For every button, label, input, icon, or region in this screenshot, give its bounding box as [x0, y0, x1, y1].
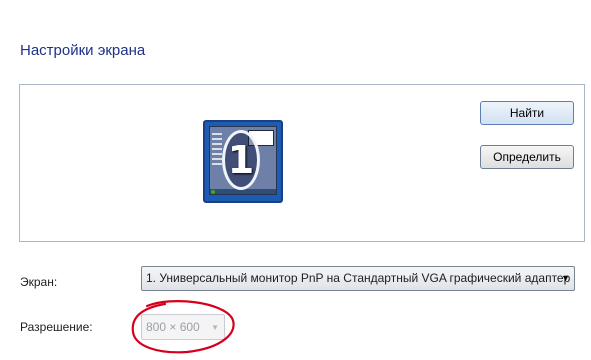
- display-select-value: 1. Универсальный монитор PnP на Стандарт…: [146, 271, 571, 285]
- chevron-down-icon: ▼: [561, 273, 570, 283]
- page-title: Настройки экрана: [20, 42, 146, 59]
- display-select[interactable]: 1. Универсальный монитор PnP на Стандарт…: [141, 266, 575, 291]
- desktop-icons: [212, 133, 222, 168]
- resolution-label: Разрешение:: [20, 320, 93, 334]
- resolution-select[interactable]: 800 × 600 ▼: [141, 314, 225, 340]
- monitor-icon[interactable]: 1: [203, 120, 283, 203]
- chevron-down-icon: ▼: [211, 323, 219, 332]
- identify-button[interactable]: Определить: [480, 145, 574, 169]
- display-label: Экран:: [20, 275, 58, 289]
- monitor-number: 1: [222, 130, 260, 190]
- find-button[interactable]: Найти: [480, 101, 574, 125]
- resolution-select-value: 800 × 600: [146, 320, 200, 334]
- display-preview-area: 1 Найти Определить: [19, 84, 585, 242]
- start-orb-icon: [211, 190, 215, 194]
